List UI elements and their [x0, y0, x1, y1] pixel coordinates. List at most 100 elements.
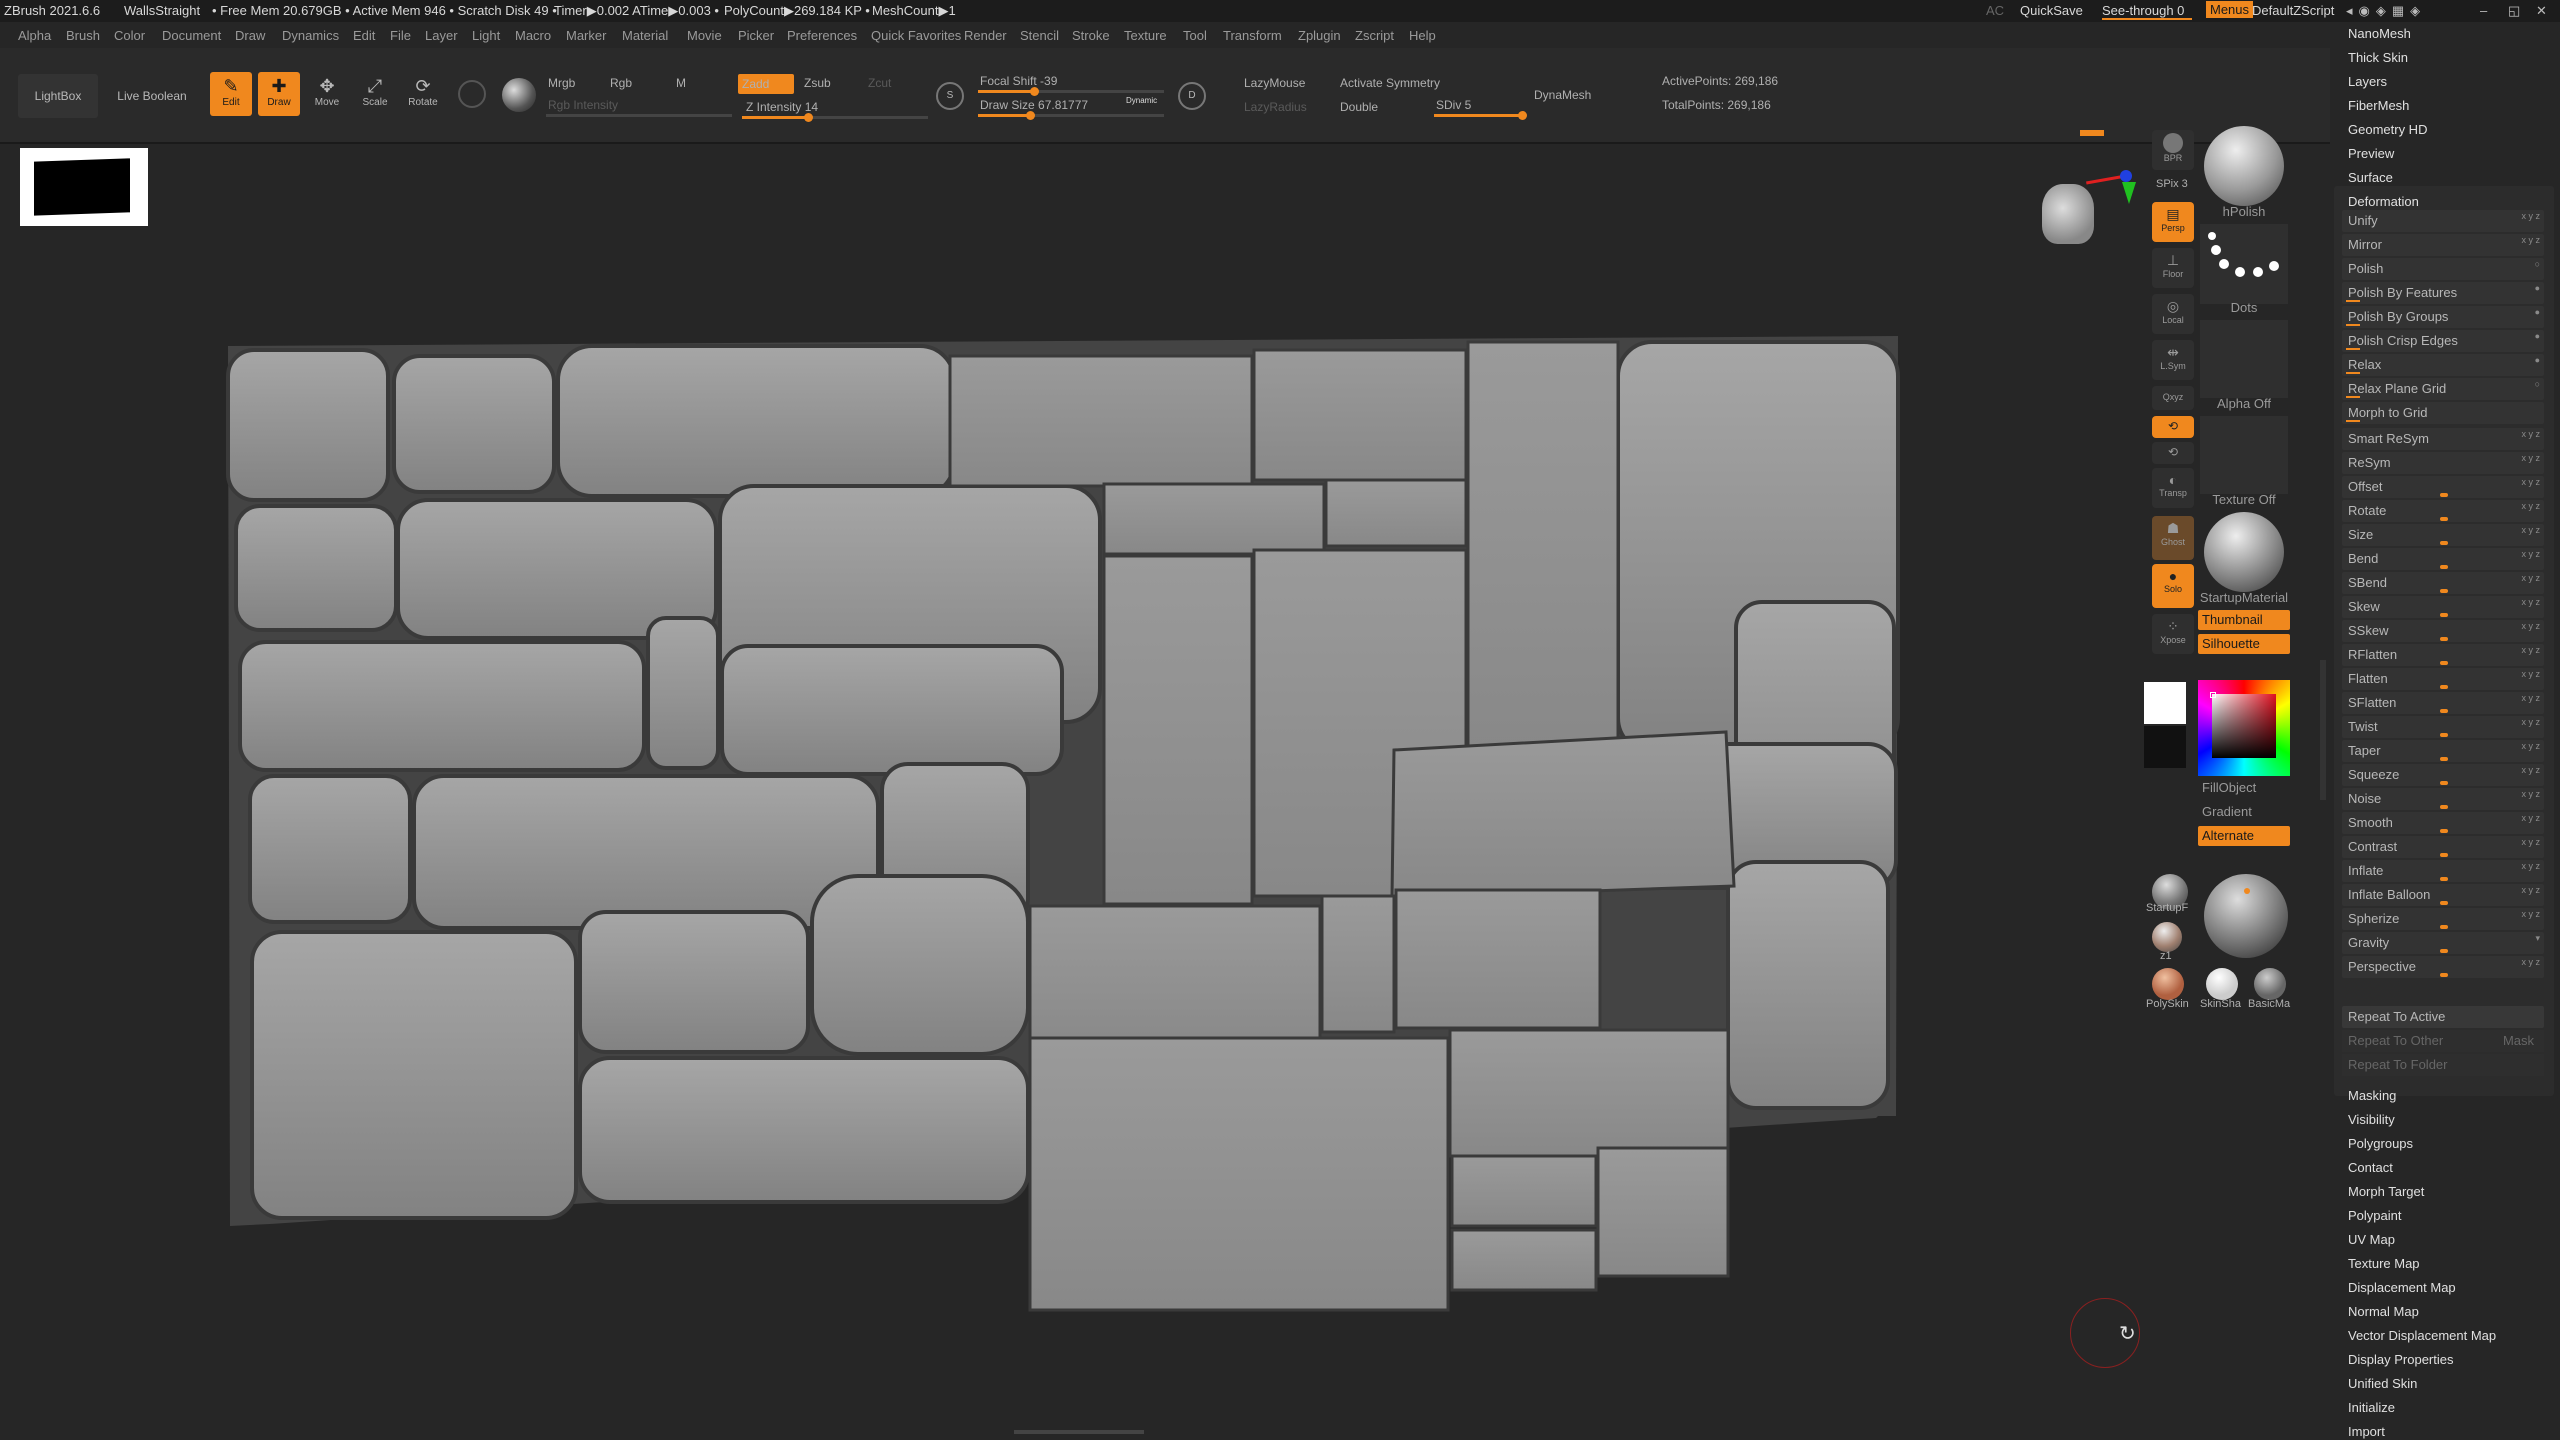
menu-preferences[interactable]: Preferences: [787, 28, 857, 43]
polish-crisp-edges-slider[interactable]: Polish Crisp Edges ●: [2342, 330, 2544, 352]
axis-toggles[interactable]: x y z: [2521, 669, 2540, 679]
repeat-to-folder-button[interactable]: Repeat To Folder: [2342, 1054, 2544, 1076]
double-button[interactable]: Double: [1340, 100, 1378, 114]
axis-toggles[interactable]: x y z: [2521, 765, 2540, 775]
brush-alpha-icon[interactable]: [458, 80, 486, 108]
sbend-slider[interactable]: SBend x y z: [2342, 572, 2544, 594]
axis-toggles[interactable]: x y z: [2521, 861, 2540, 871]
z1-material[interactable]: [2152, 922, 2182, 952]
draw-size-track[interactable]: [978, 111, 1164, 120]
geometry-hd-subpalette[interactable]: Geometry HD: [2348, 122, 2427, 137]
texture-map-subpalette[interactable]: Texture Map: [2348, 1256, 2420, 1271]
solo-button[interactable]: ● Solo: [2152, 564, 2194, 608]
rotate-z-button[interactable]: ⟲: [2152, 442, 2194, 464]
normal-map-subpalette[interactable]: Normal Map: [2348, 1304, 2419, 1319]
contrast-slider[interactable]: Contrast x y z: [2342, 836, 2544, 858]
squeeze-slider[interactable]: Squeeze x y z: [2342, 764, 2544, 786]
color-picker-marker[interactable]: [2210, 692, 2216, 698]
menu-zscript[interactable]: Zscript: [1355, 28, 1394, 43]
axis-toggles[interactable]: x y z: [2521, 573, 2540, 583]
lightbox-button[interactable]: LightBox: [18, 74, 98, 118]
orientation-gizmo[interactable]: [2036, 168, 2136, 278]
axis-toggles[interactable]: x y z: [2521, 645, 2540, 655]
axis-toggles[interactable]: x y z: [2521, 885, 2540, 895]
menu-movie[interactable]: Movie: [687, 28, 722, 43]
axis-toggles[interactable]: x y z: [2521, 621, 2540, 631]
lazyradius-slider[interactable]: LazyRadius: [1244, 100, 1307, 114]
draw-size-slider[interactable]: Draw Size 67.81777: [980, 98, 1088, 112]
mirror-button[interactable]: Mirror x y z: [2342, 234, 2544, 256]
menu-macro[interactable]: Macro: [515, 28, 551, 43]
canvas-scroll-marker[interactable]: [2080, 130, 2104, 136]
m-button[interactable]: M: [676, 76, 686, 90]
axis-toggles[interactable]: x y z: [2521, 789, 2540, 799]
see-through-slider[interactable]: See-through 0: [2102, 3, 2192, 20]
rotate-y-button[interactable]: ⟲: [2152, 416, 2194, 438]
live-boolean-button[interactable]: Live Boolean: [104, 74, 200, 118]
local-button[interactable]: ◎ Local: [2152, 294, 2194, 334]
smooth-slider[interactable]: Smooth x y z: [2342, 812, 2544, 834]
menu-zplugin[interactable]: Zplugin: [1298, 28, 1341, 43]
floor-button[interactable]: ⊥ Floor: [2152, 248, 2194, 288]
mrgb-button[interactable]: Mrgb: [548, 76, 575, 90]
window-tools-icon[interactable]: ◂◉◈▦◈: [2346, 3, 2426, 19]
menu-dynamics[interactable]: Dynamics: [282, 28, 339, 43]
light-position-dot[interactable]: [2244, 888, 2250, 894]
dots-stroke-button[interactable]: [2200, 224, 2288, 304]
polish-toggle-icon[interactable]: ○: [2535, 259, 2540, 269]
menu-render[interactable]: Render: [964, 28, 1007, 43]
focal-shift-track[interactable]: [978, 87, 1164, 96]
axis-toggles[interactable]: x y z: [2521, 235, 2540, 245]
menu-help[interactable]: Help: [1409, 28, 1436, 43]
ghost-button[interactable]: ☗ Ghost: [2152, 516, 2194, 560]
rgb-intensity-slider[interactable]: Rgb Intensity: [548, 98, 618, 112]
maximize-icon[interactable]: ◱: [2508, 3, 2520, 19]
zadd-button[interactable]: Zadd: [738, 74, 794, 94]
skinshade-material[interactable]: [2206, 968, 2238, 1000]
material-sphere-icon[interactable]: [502, 78, 536, 112]
axis-toggles[interactable]: x y z: [2521, 597, 2540, 607]
bend-slider[interactable]: Bend x y z: [2342, 548, 2544, 570]
morph-target-subpalette[interactable]: Morph Target: [2348, 1184, 2424, 1199]
polish-by-groups-slider[interactable]: Polish By Groups ●: [2342, 306, 2544, 328]
menu-picker[interactable]: Picker: [738, 28, 774, 43]
canvas-viewport[interactable]: ↻: [0, 146, 2148, 1440]
display-properties-subpalette[interactable]: Display Properties: [2348, 1352, 2454, 1367]
spherize-slider[interactable]: Spherize x y z: [2342, 908, 2544, 930]
unified-skin-subpalette[interactable]: Unified Skin: [2348, 1376, 2417, 1391]
fillobject-button[interactable]: FillObject: [2196, 780, 2292, 795]
axis-toggles[interactable]: x y z: [2521, 717, 2540, 727]
scale-mode-button[interactable]: ⤢ Scale: [354, 72, 396, 116]
activate-symmetry-button[interactable]: Activate Symmetry: [1340, 76, 1440, 90]
spix-slider[interactable]: SPix 3: [2156, 178, 2188, 190]
relax-slider[interactable]: Relax ●: [2342, 354, 2544, 376]
silhouette-button[interactable]: Silhouette: [2198, 634, 2290, 654]
sflatten-slider[interactable]: SFlatten x y z: [2342, 692, 2544, 714]
color-picker-square[interactable]: [2212, 694, 2276, 758]
stroke-s-icon[interactable]: S: [936, 82, 964, 110]
menu-stroke[interactable]: Stroke: [1072, 28, 1110, 43]
menu-marker[interactable]: Marker: [566, 28, 606, 43]
taper-slider[interactable]: Taper x y z: [2342, 740, 2544, 762]
z-intensity-track[interactable]: [742, 113, 928, 122]
axis-toggles[interactable]: x y z: [2521, 837, 2540, 847]
bottom-tray-handle[interactable]: [1014, 1430, 1144, 1434]
perspective-slider[interactable]: Perspective x y z: [2342, 956, 2544, 978]
sskew-slider[interactable]: SSkew x y z: [2342, 620, 2544, 642]
offset-slider[interactable]: Offset x y z: [2342, 476, 2544, 498]
menu-tool[interactable]: Tool: [1183, 28, 1207, 43]
basic-material[interactable]: [2254, 968, 2286, 1000]
gradient-button[interactable]: Gradient: [2196, 804, 2292, 819]
menu-layer[interactable]: Layer: [425, 28, 458, 43]
stone-wall-mesh[interactable]: [0, 146, 2148, 1440]
mask-toggle[interactable]: Mask: [2503, 1033, 2534, 1048]
flatten-slider[interactable]: Flatten x y z: [2342, 668, 2544, 690]
polish-slider[interactable]: Polish ○: [2342, 258, 2544, 280]
lazymouse-button[interactable]: LazyMouse: [1244, 76, 1305, 90]
startup-material-sphere[interactable]: [2204, 512, 2284, 592]
twist-slider[interactable]: Twist x y z: [2342, 716, 2544, 738]
color-picker[interactable]: [2198, 680, 2290, 776]
dynamesh-button[interactable]: DynaMesh: [1534, 88, 1591, 102]
axis-toggles[interactable]: x y z: [2521, 549, 2540, 559]
noise-slider[interactable]: Noise x y z: [2342, 788, 2544, 810]
